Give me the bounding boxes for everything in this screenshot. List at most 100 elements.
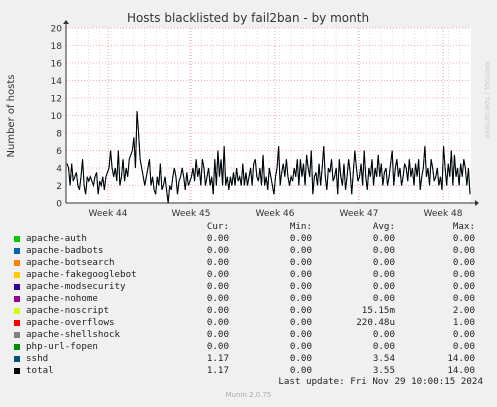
legend-avg: 220.48u (356, 317, 395, 328)
legend-min: 0.00 (289, 353, 312, 364)
legend-min: 0.00 (289, 257, 312, 268)
legend-swatch (14, 356, 20, 362)
y-tick-label: 20 (51, 25, 63, 35)
legend-min: 0.00 (289, 233, 312, 244)
x-tick-label: Week 44 (89, 209, 128, 219)
header-max: Max: (452, 221, 475, 232)
legend-avg: 15.15m (361, 305, 395, 316)
legend-max: 0.00 (452, 245, 475, 256)
legend-swatch (14, 308, 20, 314)
legend-row: apache-badbots 0.00 0.00 0.00 0.00 (0, 245, 497, 257)
chart: 0 2 4 6 8 10 12 14 16 18 20 Week 44 Week 45 Week 46 We… (6, 11, 490, 219)
legend-min: 0.00 (289, 341, 312, 352)
legend-cur: 0.00 (206, 329, 229, 340)
legend-max: 0.00 (452, 233, 475, 244)
y-tick-label: 4 (56, 165, 62, 175)
chart-title: Hosts blacklisted by fail2ban - by month (127, 11, 369, 25)
legend-max: 2.00 (452, 305, 475, 316)
legend-name: apache-badbots (26, 245, 104, 256)
legend-max: 0.00 (452, 257, 475, 268)
legend-min: 0.00 (289, 293, 312, 304)
legend-row: apache-nohome 0.00 0.00 0.00 0.00 (0, 293, 497, 305)
legend-cur: 0.00 (206, 245, 229, 256)
legend-cur: 0.00 (206, 257, 229, 268)
legend-min: 0.00 (289, 281, 312, 292)
legend-cur: 0.00 (206, 317, 229, 328)
legend-row: apache-shellshock 0.00 0.00 0.00 0.00 (0, 329, 497, 341)
legend-name: apache-overflows (26, 317, 115, 328)
header-avg: Avg: (372, 221, 395, 232)
legend-row: apache-noscript 0.00 0.00 15.15m 2.00 (0, 305, 497, 317)
x-tick-label: Week 47 (340, 209, 379, 219)
legend-swatch (14, 284, 20, 290)
y-tick-label: 16 (51, 60, 63, 70)
legend-swatch (14, 368, 20, 374)
legend-name: apache-botsearch (26, 257, 115, 268)
legend-name: total (26, 365, 54, 376)
legend-cur: 1.17 (206, 353, 229, 364)
legend-cur: 0.00 (206, 281, 229, 292)
legend-row: apache-modsecurity 0.00 0.00 0.00 0.00 (0, 281, 497, 293)
legend-cur: 0.00 (206, 341, 229, 352)
legend-row: php-url-fopen 0.00 0.00 0.00 0.00 (0, 341, 497, 353)
legend-row: apache-fakegooglebot 0.00 0.00 0.00 0.00 (0, 269, 497, 281)
legend-row: apache-auth 0.00 0.00 0.00 0.00 (0, 233, 497, 245)
legend-cur: 0.00 (206, 305, 229, 316)
legend-max: 0.00 (452, 329, 475, 340)
legend-cur: 1.17 (206, 365, 229, 376)
legend-max: 0.00 (452, 281, 475, 292)
x-tick-label: Week 48 (424, 209, 463, 219)
legend-name: apache-nohome (26, 293, 98, 304)
y-tick-label: 6 (56, 147, 62, 157)
y-axis-label: Number of hosts (6, 75, 17, 158)
legend-max: 1.00 (452, 317, 475, 328)
legend-avg: 0.00 (372, 341, 395, 352)
footer: Munin 2.0.75 (225, 391, 272, 399)
watermark: RRDTOOL / TOBI OETIKER (483, 61, 490, 138)
legend-max: 0.00 (452, 293, 475, 304)
y-tick-label: 2 (56, 182, 62, 192)
legend-min: 0.00 (289, 269, 312, 280)
legend-swatch (14, 260, 20, 266)
legend-max: 14.00 (447, 353, 475, 364)
x-axis-arrow (475, 200, 479, 206)
legend-min: 0.00 (289, 317, 312, 328)
legend-swatch (14, 332, 20, 338)
y-tick-label: 10 (51, 112, 63, 122)
legend-swatch (14, 296, 20, 302)
legend-max: 0.00 (452, 269, 475, 280)
legend-row: sshd 1.17 0.00 3.54 14.00 (0, 353, 497, 365)
legend-avg: 0.00 (372, 281, 395, 292)
x-tick-label: Week 46 (256, 209, 295, 219)
legend-avg: 0.00 (372, 233, 395, 244)
legend-swatch (14, 320, 20, 326)
legend: Cur: Min: Avg: Max: apache-auth 0.00 0.00 0… (0, 221, 497, 377)
legend-avg: 0.00 (372, 269, 395, 280)
y-tick-label: 14 (51, 77, 63, 87)
legend-header: Cur: Min: Avg: Max: (0, 221, 497, 233)
legend-name: sshd (26, 353, 49, 364)
header-min: Min: (289, 221, 312, 232)
legend-cur: 0.00 (206, 233, 229, 244)
legend-avg: 0.00 (372, 257, 395, 268)
legend-min: 0.00 (289, 305, 312, 316)
legend-avg: 3.54 (372, 353, 395, 364)
legend-max: 0.00 (452, 341, 475, 352)
legend-swatch (14, 272, 20, 278)
legend-name: apache-shellshock (26, 329, 121, 340)
legend-name: php-url-fopen (26, 341, 98, 352)
legend-swatch (14, 248, 20, 254)
legend-name: apache-fakegooglebot (26, 269, 137, 280)
legend-rows: apache-auth 0.00 0.00 0.00 0.00 apache-badbot… (0, 233, 497, 377)
legend-row: apache-botsearch 0.00 0.00 0.00 0.00 (0, 257, 497, 269)
legend-avg: 0.00 (372, 329, 395, 340)
y-tick-label: 0 (56, 200, 62, 210)
y-tick-label: 12 (51, 95, 62, 105)
legend-swatch (14, 236, 20, 242)
legend-avg: 0.00 (372, 245, 395, 256)
legend-cur: 0.00 (206, 269, 229, 280)
legend-name: apache-noscript (26, 305, 109, 316)
y-tick-label: 18 (51, 42, 63, 52)
legend-swatch (14, 344, 20, 350)
legend-cur: 0.00 (206, 293, 229, 304)
